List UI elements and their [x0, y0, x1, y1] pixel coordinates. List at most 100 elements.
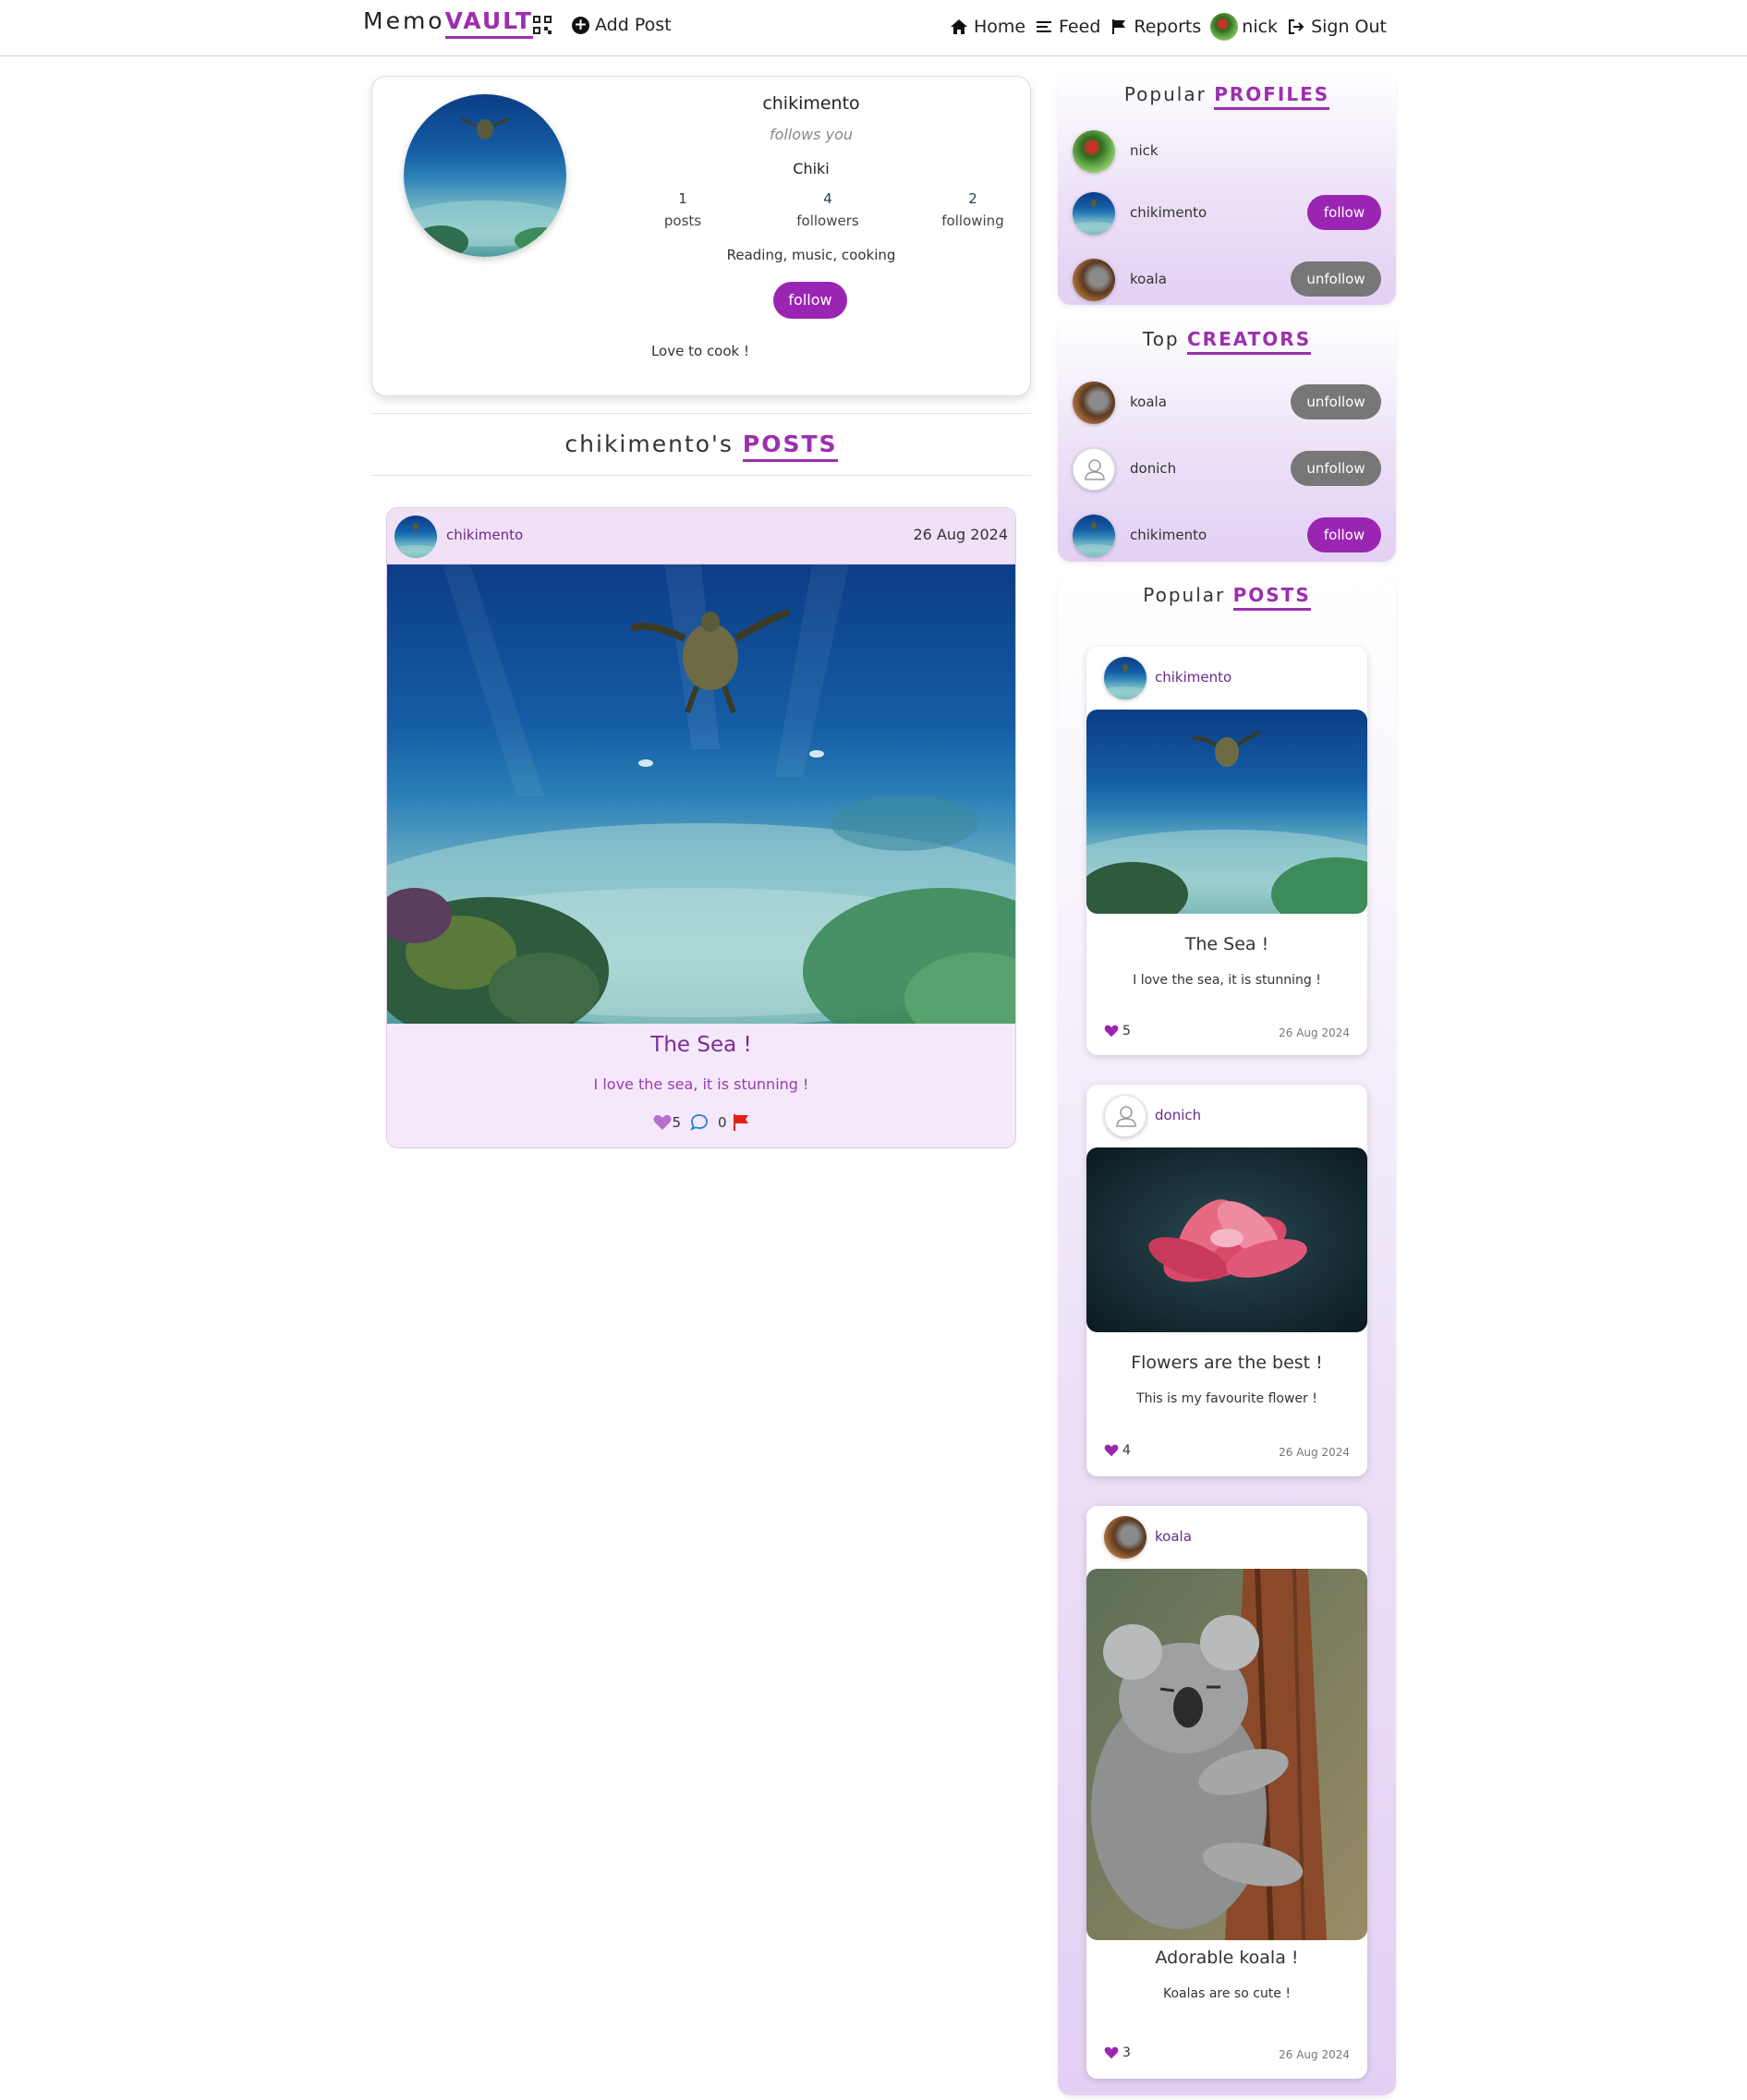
popular-post-likes[interactable]: 3 — [1104, 2045, 1131, 2060]
popular-post-header: koala — [1086, 1506, 1367, 1569]
top-creators-title: Top CREATORS — [1058, 328, 1396, 355]
creator-name[interactable]: donich — [1130, 460, 1176, 477]
post-author[interactable]: chikimento — [446, 527, 523, 543]
top-creators-panel: Top CREATORS koala unfollow donich unfol… — [1058, 321, 1396, 562]
popular-posts-prefix: Popular — [1143, 584, 1226, 606]
post-image[interactable] — [387, 564, 1015, 1054]
popular-post-card[interactable]: donich Flowers are the best ! This is my… — [1086, 1085, 1367, 1476]
nav-reports[interactable]: Reports — [1110, 17, 1201, 37]
popular-post-likes-count: 4 — [1122, 1443, 1131, 1458]
nav-sign-out-label: Sign Out — [1311, 17, 1387, 37]
popular-post-card[interactable]: koala Adorable koala ! Koalas are so cut… — [1086, 1506, 1367, 2079]
heart-icon[interactable] — [653, 1114, 672, 1131]
creator-row[interactable]: chikimento follow — [1073, 515, 1381, 557]
popular-post-likes[interactable]: 4 — [1104, 1443, 1131, 1458]
plus-circle-icon: + — [572, 16, 589, 34]
popular-post-description: This is my favourite flower ! — [1136, 1391, 1317, 1406]
stat-posts-value: 1 — [678, 190, 687, 207]
popular-post-author[interactable]: donich — [1155, 1107, 1201, 1123]
brand-logo[interactable]: MemoVAULT — [363, 7, 533, 39]
profile-name[interactable]: nick — [1130, 142, 1159, 159]
stat-posts-label: posts — [663, 212, 702, 229]
brand-prefix: Memo — [363, 7, 445, 34]
unfollow-button[interactable]: unfollow — [1291, 384, 1381, 419]
avatar[interactable] — [1104, 657, 1146, 699]
nav-home[interactable]: Home — [950, 17, 1025, 37]
posts-section-prefix: chikimento's — [564, 431, 734, 457]
profile-name[interactable]: chikimento — [1130, 204, 1207, 221]
popular-post-image[interactable] — [1086, 710, 1367, 914]
avatar[interactable] — [1073, 192, 1115, 235]
popular-profiles-panel: Popular PROFILES nick chikimento follow … — [1058, 75, 1396, 305]
popular-post-title: Flowers are the best ! — [1131, 1353, 1323, 1373]
profile-bio: Love to cook ! — [650, 343, 750, 359]
user-icon — [1116, 1106, 1136, 1127]
add-post-label: Add Post — [595, 15, 672, 35]
profile-username: chikimento — [762, 93, 860, 114]
popular-post-title: Adorable koala ! — [1155, 1948, 1299, 1968]
stat-followers[interactable]: 4 followers — [756, 188, 900, 232]
avatar[interactable] — [1073, 130, 1115, 173]
avatar[interactable] — [1104, 1095, 1146, 1137]
comment-icon[interactable] — [690, 1113, 709, 1132]
profile-stats: 1 posts 4 followers 2 following — [611, 188, 1045, 232]
avatar[interactable] — [1104, 1516, 1146, 1559]
popular-post-likes-count: 3 — [1122, 2045, 1131, 2060]
popular-post-image[interactable] — [1086, 1569, 1367, 1940]
nav-feed-label: Feed — [1059, 17, 1101, 37]
nav-sign-out[interactable]: Sign Out — [1287, 17, 1387, 37]
popular-posts-title: Popular POSTS — [1058, 584, 1396, 611]
top-creators-prefix: Top — [1142, 328, 1180, 350]
unfollow-button[interactable]: unfollow — [1291, 451, 1381, 486]
creator-row[interactable]: koala unfollow — [1073, 382, 1381, 424]
popular-post-date: 26 Aug 2024 — [1279, 1026, 1350, 1039]
post-card[interactable]: chikimento 26 Aug 2024 The Sea ! I love … — [386, 507, 1016, 1148]
popular-post-author[interactable]: chikimento — [1155, 669, 1231, 686]
qr-code-icon[interactable] — [533, 16, 552, 34]
heart-icon — [1104, 1444, 1119, 1457]
popular-post-header: chikimento — [1086, 647, 1367, 710]
stat-posts[interactable]: 1 posts — [611, 188, 755, 232]
profile-name[interactable]: koala — [1130, 271, 1167, 287]
posts-section-title: chikimento's POSTS — [371, 413, 1031, 476]
follow-button[interactable]: follow — [1307, 517, 1381, 552]
post-comments-count: 0 — [718, 1114, 727, 1131]
creator-name[interactable]: koala — [1130, 394, 1167, 410]
popular-post-image[interactable] — [1086, 1147, 1367, 1332]
stat-following[interactable]: 2 following — [901, 188, 1045, 232]
avatar[interactable] — [1073, 515, 1115, 557]
popular-post-author[interactable]: koala — [1155, 1528, 1192, 1545]
avatar[interactable] — [394, 516, 437, 558]
navbar: MemoVAULT + Add Post Home Feed Reports n… — [0, 0, 1747, 56]
popular-post-likes-count: 5 — [1122, 1024, 1131, 1038]
follow-button[interactable]: follow — [1307, 195, 1381, 230]
nav-user-label: nick — [1242, 17, 1279, 37]
unfollow-button[interactable]: unfollow — [1291, 261, 1381, 297]
profile-row[interactable]: koala unfollow — [1073, 259, 1381, 301]
avatar[interactable] — [1073, 382, 1115, 424]
add-post-button[interactable]: + Add Post — [572, 15, 672, 35]
avatar[interactable] — [1073, 259, 1115, 301]
user-icon — [1085, 459, 1105, 480]
profile-interests: Reading, music, cooking — [726, 247, 896, 263]
post-likes-count: 5 — [672, 1114, 681, 1131]
popular-posts-panel: Popular POSTS chikimento The Sea ! I lov… — [1058, 577, 1396, 2095]
creator-name[interactable]: chikimento — [1130, 527, 1207, 543]
popular-post-card[interactable]: chikimento The Sea ! I love the sea, it … — [1086, 647, 1367, 1055]
popular-post-likes[interactable]: 5 — [1104, 1024, 1131, 1038]
avatar[interactable] — [1073, 448, 1115, 491]
posts-section-accent: POSTS — [742, 431, 838, 462]
post-actions: 5 0 — [387, 1113, 1015, 1132]
creator-row[interactable]: donich unfollow — [1073, 448, 1381, 491]
nav-feed[interactable]: Feed — [1035, 17, 1100, 37]
follows-you-label: follows you — [769, 126, 853, 143]
avatar — [1210, 13, 1239, 41]
popular-post-description: Koalas are so cute ! — [1163, 1986, 1291, 2001]
report-flag-icon[interactable] — [733, 1113, 749, 1132]
profile-card: chikimento follows you Chiki 1 posts 4 fol… — [371, 76, 1031, 396]
profile-row[interactable]: chikimento follow — [1073, 192, 1381, 235]
profile-name: Chiki — [793, 160, 830, 177]
nav-user[interactable]: nick — [1210, 13, 1278, 41]
profile-row[interactable]: nick — [1073, 130, 1381, 173]
follow-button[interactable]: follow — [773, 282, 847, 319]
